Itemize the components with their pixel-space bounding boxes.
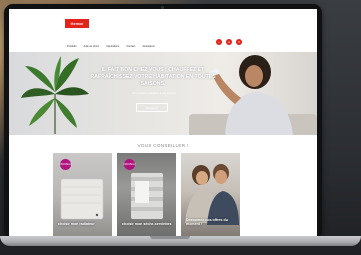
card-label: Découvrez nos offres du moment ! (186, 217, 228, 227)
card-label: choisir mon sèche-serviettes (122, 222, 172, 227)
advice-card-seche-serviettes[interactable]: NOUVEAU choisir mon sèche-serviettes (117, 153, 176, 239)
nav-item-aide[interactable]: Aide au choix (84, 45, 100, 48)
browser-viewport: thermor Produits Aide au choix Inspirati… (9, 9, 317, 239)
nav-item-contact[interactable]: Contact (126, 45, 135, 48)
hero-subtitle: Nos solutions adaptées à vos besoins (132, 92, 176, 95)
nav-item-produits[interactable]: Produits (67, 45, 77, 48)
laptop-notch (150, 236, 190, 239)
card-badge: NOUVEAU (60, 159, 71, 170)
hero-banner: IL FAIT BON CHEZ VOUS ! CHAUFFEZ ET RAFR… (9, 52, 317, 135)
header-icons: ⌕ ● ≡ (216, 39, 242, 45)
section-title-conseils: VOUS CONSEILLER ! (137, 143, 189, 148)
hero-cta-button[interactable]: Découvrir (136, 103, 168, 112)
menu-icon[interactable]: ≡ (236, 39, 242, 45)
card-label: choisir mon radiateur (58, 222, 95, 227)
card-badge: NOUVEAU (124, 159, 135, 170)
advice-card-radiateur[interactable]: NOUVEAU choisir mon radiateur (53, 153, 112, 239)
laptop-screen: thermor Produits Aide au choix Inspirati… (4, 4, 322, 239)
user-icon[interactable]: ● (226, 39, 232, 45)
plant-illustration (21, 56, 89, 134)
site-header: thermor Produits Aide au choix Inspirati… (9, 9, 317, 52)
hero-title: IL FAIT BON CHEZ VOUS ! CHAUFFEZ ET RAFR… (90, 67, 216, 87)
laptop-base (0, 236, 361, 246)
site-logo[interactable]: thermor (65, 19, 89, 28)
nav-item-assistance[interactable]: Assistance (142, 45, 155, 48)
advice-cards: NOUVEAU choisir mon radiateur NOUVEAU ch… (53, 153, 240, 239)
advice-card-offres[interactable]: Découvrez nos offres du moment ! (181, 153, 240, 239)
main-nav: Produits Aide au choix Inspirations Cont… (67, 45, 155, 48)
nav-item-inspirations[interactable]: Inspirations (106, 45, 119, 48)
search-icon[interactable]: ⌕ (216, 39, 222, 45)
person-photo (208, 55, 293, 135)
